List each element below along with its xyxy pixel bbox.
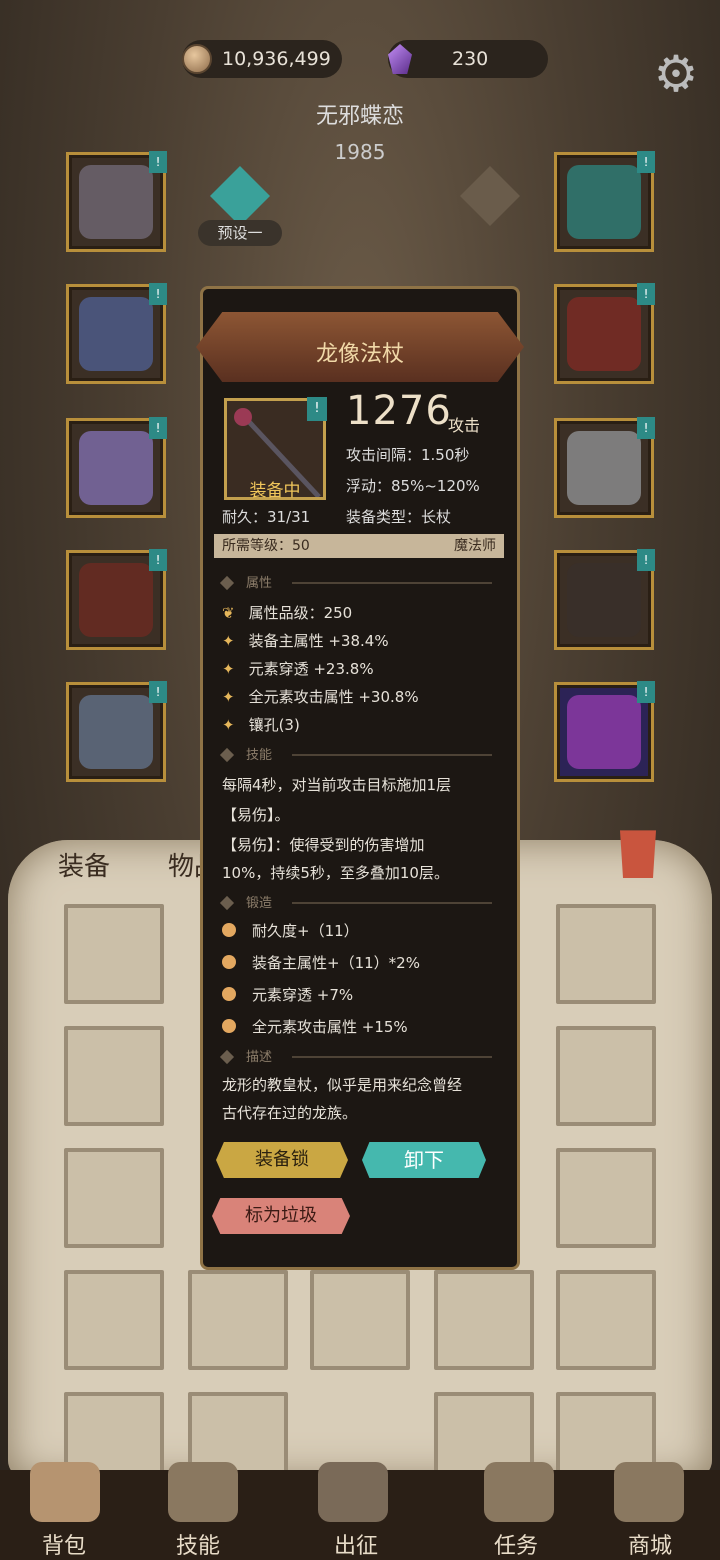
attribute-line: ✦ 全元素攻击属性 +30.8% xyxy=(222,688,419,706)
inventory-cell[interactable] xyxy=(556,904,656,1004)
inventory-cell[interactable] xyxy=(310,1270,410,1370)
gem-display: 230 xyxy=(388,40,548,78)
dot-icon xyxy=(222,987,236,1001)
equip-slot-helmet[interactable]: ! xyxy=(66,151,167,252)
skill-line: 【易伤】。 xyxy=(222,806,290,824)
equip-slot-amulet[interactable]: ! xyxy=(554,151,655,252)
nav-expedition[interactable]: 出征 xyxy=(334,1528,378,1560)
equip-slot-ring[interactable]: ! xyxy=(554,417,655,518)
shop-crown-icon[interactable] xyxy=(614,1462,684,1522)
attribute-grade: ❦ 属性品级：250 xyxy=(222,604,353,622)
equip-slot-cloak[interactable]: ! xyxy=(66,417,167,518)
durability: 耐久：31/31 xyxy=(222,508,311,526)
dot-icon xyxy=(222,1019,236,1033)
gold-display: 10,936,499 xyxy=(182,40,342,78)
equip-type: 装备类型：长杖 xyxy=(346,508,452,526)
inventory-cell[interactable] xyxy=(188,1270,288,1370)
backpack-icon[interactable] xyxy=(30,1462,100,1522)
star-icon: ✦ xyxy=(222,688,235,706)
attack-unit: 攻击 xyxy=(448,416,481,435)
attack-value: 1276 xyxy=(346,388,452,434)
unequip-button[interactable]: 卸下 xyxy=(362,1142,486,1178)
star-icon: ✦ xyxy=(222,660,235,678)
character-level: 1985 xyxy=(334,140,386,164)
description-line: 龙形的教皇杖，似乎是用来纪念曾经 xyxy=(222,1076,463,1094)
inventory-cell[interactable] xyxy=(556,1270,656,1370)
nav-skills[interactable]: 技能 xyxy=(176,1528,220,1560)
star-icon: ✦ xyxy=(222,632,235,650)
inventory-cell[interactable] xyxy=(556,1026,656,1126)
forge-line: 元素穿透 +7% xyxy=(222,984,353,1005)
description-line: 古代存在过的龙族。 xyxy=(222,1104,358,1122)
equip-slot-pants[interactable]: ! xyxy=(66,549,167,650)
skill-line: 10%，持续5秒，至多叠加10层。 xyxy=(222,864,449,882)
skill-line: 每隔4秒，对当前攻击目标施加1层 xyxy=(222,776,452,794)
attribute-line: ✦ 镶孔(3) xyxy=(222,716,300,734)
attack-interval: 攻击间隔：1.50秒 xyxy=(346,446,470,464)
gem-amount: 230 xyxy=(452,48,489,70)
attribute-line: ✦ 装备主属性 +38.4% xyxy=(222,632,389,650)
forge-line: 全元素攻击属性 +15% xyxy=(222,1016,408,1037)
mark-junk-button[interactable]: 标为垃圾 xyxy=(212,1198,350,1234)
section-description: 描述 xyxy=(222,1046,502,1066)
gold-amount: 10,936,499 xyxy=(222,48,331,70)
nav-shop[interactable]: 商城 xyxy=(628,1528,672,1560)
inventory-cell[interactable] xyxy=(556,1148,656,1248)
inventory-cell[interactable] xyxy=(64,1270,164,1370)
equipped-label: 装备中 xyxy=(249,481,301,501)
gem-icon xyxy=(388,44,412,74)
inventory-cell[interactable] xyxy=(64,1148,164,1248)
preset-selector[interactable]: 预设一 xyxy=(198,220,282,246)
settings-gear-icon[interactable]: ⚙ xyxy=(648,46,704,102)
equip-lock-button[interactable]: 装备锁 xyxy=(216,1142,348,1178)
tab-equipment[interactable]: 装备 xyxy=(58,846,110,883)
dot-icon xyxy=(222,923,236,937)
star-icon: ✦ xyxy=(222,716,235,734)
equip-slot-boots[interactable]: ! xyxy=(66,681,167,782)
nav-backpack[interactable]: 背包 xyxy=(42,1528,86,1560)
required-class: 魔法师 xyxy=(454,538,496,554)
forge-line: 装备主属性+（11）*2% xyxy=(222,952,420,973)
equip-slot-armor[interactable]: ! xyxy=(66,283,167,384)
skill-line: 【易伤】：使得受到的伤害增加 xyxy=(222,836,425,854)
item-title: 龙像法杖 xyxy=(315,342,404,367)
section-attributes: 属性 xyxy=(222,572,502,592)
inventory-cell[interactable] xyxy=(64,1026,164,1126)
skills-book-icon[interactable] xyxy=(168,1462,238,1522)
quest-scroll-icon[interactable] xyxy=(484,1462,554,1522)
equip-slot-gloves[interactable]: ! xyxy=(554,283,655,384)
coin-icon xyxy=(182,44,212,74)
character-name: 无邪蝶恋 xyxy=(315,104,404,129)
dot-icon xyxy=(222,955,236,969)
section-forge: 锻造 xyxy=(222,892,502,912)
grade-icon: ❦ xyxy=(222,604,235,622)
damage-float: 浮动：85%~120% xyxy=(346,477,480,495)
equip-slot-weapon[interactable]: ! xyxy=(554,549,655,650)
section-skills: 技能 xyxy=(222,744,502,764)
forge-line: 耐久度+（11） xyxy=(222,920,359,941)
attribute-line: ✦ 元素穿透 +23.8% xyxy=(222,660,374,678)
inventory-cell[interactable] xyxy=(434,1270,534,1370)
equip-slot-orb[interactable]: ! xyxy=(554,681,655,782)
inventory-cell[interactable] xyxy=(64,904,164,1004)
sword-icon[interactable] xyxy=(318,1462,388,1522)
required-level: 所需等级：50 xyxy=(222,538,310,554)
requirement-bar: 所需等级：50 魔法师 xyxy=(214,534,504,558)
nav-quests[interactable]: 任务 xyxy=(494,1528,538,1560)
